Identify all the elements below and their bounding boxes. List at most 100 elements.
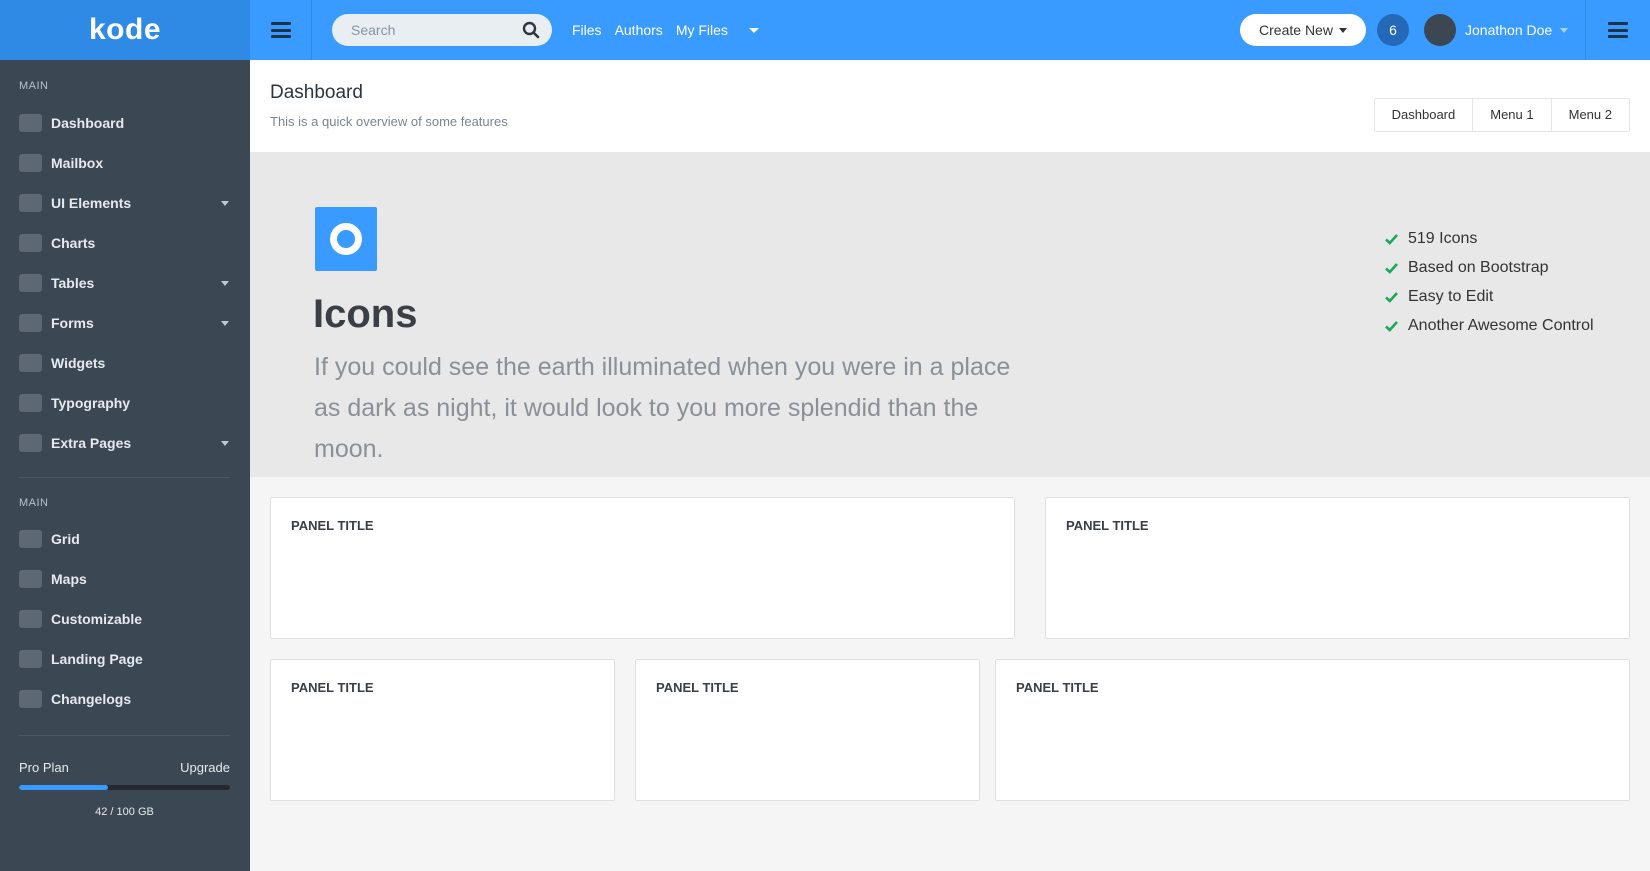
grid-icon — [19, 530, 42, 548]
sidebar-item-label: Changelogs — [51, 691, 132, 707]
ui-elements-icon — [19, 194, 42, 212]
feature-list: 519 Icons Based on Bootstrap Easy to Edi… — [1385, 224, 1594, 340]
avatar[interactable] — [1424, 14, 1456, 46]
sidebar-item-ui-elements[interactable]: UI Elements — [19, 189, 231, 217]
sidebar-divider — [19, 477, 230, 478]
check-icon — [1385, 291, 1398, 303]
brand-logo[interactable]: kode — [0, 0, 250, 60]
sidebar-item-widgets[interactable]: Widgets — [19, 349, 231, 377]
create-new-button[interactable]: Create New — [1240, 14, 1366, 46]
chevron-down-icon — [221, 200, 229, 206]
panel: PANEL TITLE — [995, 659, 1630, 801]
sidebar-divider — [19, 735, 230, 736]
top-navbar: kode Files Authors My Files Create New 6… — [0, 0, 1650, 60]
panel: PANEL TITLE — [270, 659, 615, 801]
sidebar-toggle-button[interactable] — [250, 0, 312, 60]
feature-label: Another Awesome Control — [1408, 316, 1594, 334]
check-icon — [1385, 262, 1398, 274]
sidebar-item-mailbox[interactable]: Mailbox — [19, 149, 231, 177]
feature-label: Based on Bootstrap — [1408, 258, 1549, 276]
list-item: 519 Icons — [1385, 224, 1594, 253]
sidebar-item-charts[interactable]: Charts — [19, 229, 231, 257]
list-item: Another Awesome Control — [1385, 311, 1594, 340]
sidebar-item-label: Grid — [51, 531, 80, 547]
nav-link-files[interactable]: Files — [572, 22, 602, 38]
sidebar-item-landing-page[interactable]: Landing Page — [19, 645, 231, 673]
hero-text: If you could see the earth illuminated w… — [314, 353, 1011, 463]
plan-row: Pro Plan Upgrade — [19, 760, 230, 775]
tab-menu-1[interactable]: Menu 1 — [1473, 99, 1552, 131]
sidebar-item-label: Widgets — [51, 355, 106, 371]
chevron-down-icon — [221, 440, 229, 446]
nav-more-dropdown-icon[interactable] — [749, 28, 759, 33]
circle-icon — [330, 223, 362, 255]
sidebar-item-dashboard[interactable]: Dashboard — [19, 109, 231, 137]
sidebar-item-tables[interactable]: Tables — [19, 269, 231, 297]
sidebar-item-label: Extra Pages — [51, 435, 132, 451]
hero-title: Icons — [313, 292, 418, 336]
panel-title: PANEL TITLE — [291, 680, 374, 695]
sidebar-section-label: MAIN — [19, 497, 49, 509]
page-subtitle: This is a quick overview of some feature… — [270, 114, 508, 129]
sidebar-item-maps[interactable]: Maps — [19, 565, 231, 593]
sidebar-item-forms[interactable]: Forms — [19, 309, 231, 337]
sidebar-item-customizable[interactable]: Customizable — [19, 605, 231, 633]
panel-title: PANEL TITLE — [1016, 680, 1099, 695]
chevron-down-icon — [1338, 27, 1347, 33]
page-tabs: Dashboard Menu 1 Menu 2 — [1373, 98, 1630, 132]
hamburger-icon — [1608, 22, 1628, 38]
sidebar-item-label: Forms — [51, 315, 94, 331]
maps-icon — [19, 570, 42, 588]
sidebar-item-grid[interactable]: Grid — [19, 525, 231, 553]
landing-page-icon — [19, 650, 42, 668]
sidebar-item-changelogs[interactable]: Changelogs — [19, 685, 231, 713]
storage-progress-fill — [19, 785, 108, 790]
sidebar-item-typography[interactable]: Typography — [19, 389, 231, 417]
plan-label: Pro Plan — [19, 760, 69, 775]
panel-title: PANEL TITLE — [291, 518, 374, 533]
feature-label: Easy to Edit — [1408, 287, 1494, 305]
sidebar-item-label: UI Elements — [51, 195, 132, 211]
sidebar-item-label: Mailbox — [51, 155, 104, 171]
panel-title: PANEL TITLE — [1066, 518, 1149, 533]
sidebar-item-label: Landing Page — [51, 651, 143, 667]
search-box — [332, 14, 552, 46]
page-title: Dashboard — [270, 82, 363, 103]
user-menu[interactable]: Jonathon Doe — [1465, 0, 1569, 60]
storage-progress-bar — [19, 785, 230, 790]
nav-link-my-files[interactable]: My Files — [676, 22, 728, 38]
create-new-label: Create New — [1259, 22, 1333, 38]
sidebar-section-label: MAIN — [19, 80, 49, 92]
sidebar-item-label: Customizable — [51, 611, 143, 627]
storage-usage-text: 42 / 100 GB — [95, 806, 154, 818]
tab-dashboard[interactable]: Dashboard — [1375, 99, 1474, 131]
dashboard-icon — [19, 114, 42, 132]
extra-pages-icon — [19, 434, 42, 452]
sidebar-item-label: Charts — [51, 235, 96, 251]
panel: PANEL TITLE — [270, 497, 1015, 639]
upgrade-link[interactable]: Upgrade — [180, 760, 230, 775]
sidebar-item-label: Tables — [51, 275, 95, 291]
chevron-down-icon — [221, 320, 229, 326]
page-header: Dashboard This is a quick overview of so… — [250, 60, 1650, 152]
right-panel-toggle-button[interactable] — [1585, 0, 1650, 60]
sidebar-item-label: Dashboard — [51, 115, 125, 131]
sidebar-item-extra-pages[interactable]: Extra Pages — [19, 429, 231, 457]
charts-icon — [19, 234, 42, 252]
customizable-icon — [19, 610, 42, 628]
search-input[interactable] — [332, 14, 512, 46]
chevron-down-icon — [221, 280, 229, 286]
feature-label: 519 Icons — [1408, 229, 1478, 247]
notification-badge[interactable]: 6 — [1377, 14, 1409, 46]
user-name-label: Jonathon Doe — [1465, 22, 1553, 38]
tab-menu-2[interactable]: Menu 2 — [1552, 99, 1629, 131]
sidebar-item-label: Typography — [51, 395, 131, 411]
check-icon — [1385, 233, 1398, 245]
forms-icon — [19, 314, 42, 332]
search-icon[interactable] — [522, 21, 540, 39]
sidebar: MAIN Dashboard Mailbox UI Elements Chart… — [0, 60, 250, 871]
nav-link-authors[interactable]: Authors — [615, 22, 663, 38]
chevron-down-icon — [1560, 27, 1569, 33]
hero-icon-box — [315, 207, 377, 271]
check-icon — [1385, 320, 1398, 332]
